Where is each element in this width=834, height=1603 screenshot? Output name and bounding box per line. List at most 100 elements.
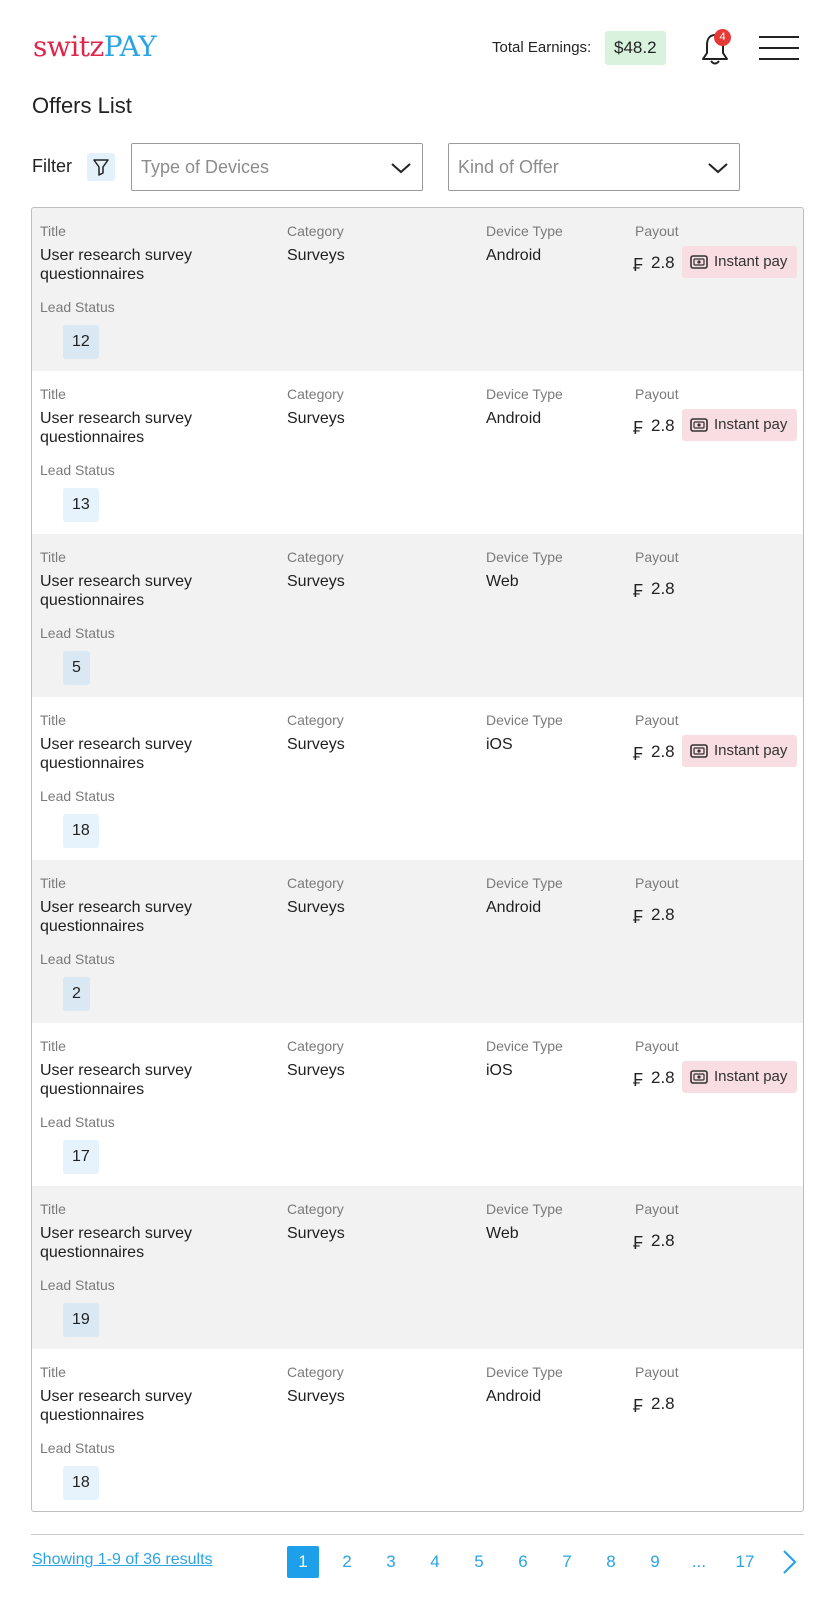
title-label: Title bbox=[40, 549, 66, 565]
currency-symbol: ₣ bbox=[633, 255, 644, 275]
offer-row[interactable]: Title Category Device Type Payout User resea… bbox=[32, 534, 803, 697]
payout-label: Payout bbox=[635, 712, 679, 728]
lead-status-label: Lead Status bbox=[40, 1440, 115, 1456]
page-button-4[interactable]: 4 bbox=[419, 1546, 451, 1578]
category-label: Category bbox=[287, 1201, 344, 1217]
lead-status-label: Lead Status bbox=[40, 462, 115, 478]
offer-category: Surveys bbox=[287, 736, 345, 753]
offer-row[interactable]: Title Category Device Type Payout User resea… bbox=[32, 1349, 803, 1511]
lead-status-label: Lead Status bbox=[40, 1277, 115, 1293]
offer-payout: 2.8 bbox=[651, 742, 675, 761]
offer-title: User research survey questionnaires bbox=[40, 573, 193, 609]
instant-pay-label: Instant pay bbox=[714, 1068, 788, 1085]
offer-payout: 2.8 bbox=[651, 253, 675, 272]
currency-symbol: ₣ bbox=[633, 418, 644, 438]
device-type-label: Device Type bbox=[486, 1038, 563, 1054]
currency-symbol: ₣ bbox=[633, 744, 644, 764]
offer-device: iOS bbox=[486, 736, 513, 753]
lead-status-value: 5 bbox=[63, 651, 90, 685]
payout-label: Payout bbox=[635, 223, 679, 239]
offer-category: Surveys bbox=[287, 573, 345, 590]
offer-row[interactable]: Title Category Device Type Payout User resea… bbox=[32, 1023, 803, 1186]
chevron-right-icon[interactable] bbox=[780, 1548, 800, 1576]
lead-status-label: Lead Status bbox=[40, 951, 115, 967]
cash-icon bbox=[690, 418, 708, 432]
page-button-2[interactable]: 2 bbox=[331, 1546, 363, 1578]
device-type-label: Device Type bbox=[486, 875, 563, 891]
menu-icon[interactable] bbox=[759, 34, 799, 62]
offer-row[interactable]: Title Category Device Type Payout User resea… bbox=[32, 208, 803, 371]
device-type-placeholder: Type of Devices bbox=[141, 157, 270, 177]
notification-badge: 4 bbox=[714, 29, 731, 46]
device-type-label: Device Type bbox=[486, 549, 563, 565]
offer-category: Surveys bbox=[287, 410, 345, 427]
filter-icon[interactable] bbox=[87, 153, 115, 181]
cash-icon bbox=[690, 255, 708, 269]
results-summary-link[interactable]: Showing 1-9 of 36 results bbox=[32, 1551, 213, 1569]
offer-category: Surveys bbox=[287, 247, 345, 264]
page-button-6[interactable]: 6 bbox=[507, 1546, 539, 1578]
instant-pay-badge[interactable]: Instant pay bbox=[682, 735, 797, 767]
page-button-8[interactable]: 8 bbox=[595, 1546, 627, 1578]
lead-status-label: Lead Status bbox=[40, 788, 115, 804]
offer-device: Web bbox=[486, 1225, 519, 1242]
offer-row[interactable]: Title Category Device Type Payout User resea… bbox=[32, 860, 803, 1023]
category-label: Category bbox=[287, 386, 344, 402]
title-label: Title bbox=[40, 1364, 66, 1380]
offer-payout: 2.8 bbox=[651, 579, 675, 598]
payout-label: Payout bbox=[635, 386, 679, 402]
cash-icon bbox=[690, 744, 708, 758]
offer-title: User research survey questionnaires bbox=[40, 1388, 193, 1424]
instant-pay-badge[interactable]: Instant pay bbox=[682, 1061, 797, 1093]
lead-status-value: 18 bbox=[63, 1466, 99, 1500]
offer-category: Surveys bbox=[287, 1388, 345, 1405]
currency-symbol: ₣ bbox=[633, 581, 644, 601]
filter-label: Filter bbox=[32, 156, 72, 176]
offer-row[interactable]: Title Category Device Type Payout User resea… bbox=[32, 371, 803, 534]
instant-pay-badge[interactable]: Instant pay bbox=[682, 409, 797, 441]
chevron-down-icon bbox=[391, 163, 411, 174]
device-type-label: Device Type bbox=[486, 712, 563, 728]
page-button-5[interactable]: 5 bbox=[463, 1546, 495, 1578]
page-button-7[interactable]: 7 bbox=[551, 1546, 583, 1578]
offer-row[interactable]: Title Category Device Type Payout User resea… bbox=[32, 1186, 803, 1349]
title-label: Title bbox=[40, 1038, 66, 1054]
earnings-value: $48.2 bbox=[605, 31, 666, 65]
offer-device: iOS bbox=[486, 1062, 513, 1079]
currency-symbol: ₣ bbox=[633, 1070, 644, 1090]
title-label: Title bbox=[40, 1201, 66, 1217]
page-title: Offers List bbox=[32, 93, 132, 118]
offer-payout: 2.8 bbox=[651, 1231, 675, 1250]
currency-symbol: ₣ bbox=[633, 1233, 644, 1253]
offers-list: Title Category Device Type Payout User resea… bbox=[31, 207, 804, 1512]
offer-category: Surveys bbox=[287, 1062, 345, 1079]
lead-status-label: Lead Status bbox=[40, 625, 115, 641]
offer-title: User research survey questionnaires bbox=[40, 1062, 193, 1098]
page-button-3[interactable]: 3 bbox=[375, 1546, 407, 1578]
instant-pay-label: Instant pay bbox=[714, 416, 788, 433]
offer-title: User research survey questionnaires bbox=[40, 736, 193, 772]
logo-part-2: PAY bbox=[103, 30, 157, 63]
page-button-1[interactable]: 1 bbox=[287, 1546, 319, 1578]
offer-row[interactable]: Title Category Device Type Payout User resea… bbox=[32, 697, 803, 860]
pagination-ellipsis: ... bbox=[691, 1552, 707, 1571]
lead-status-value: 2 bbox=[63, 977, 90, 1011]
device-type-select[interactable]: Type of Devices bbox=[131, 143, 423, 191]
switzpay-logo[interactable]: switzPAY bbox=[33, 30, 157, 63]
offer-title: User research survey questionnaires bbox=[40, 410, 193, 446]
offer-device: Web bbox=[486, 573, 519, 590]
page-button-9[interactable]: 9 bbox=[639, 1546, 671, 1578]
title-label: Title bbox=[40, 223, 66, 239]
instant-pay-badge[interactable]: Instant pay bbox=[682, 246, 797, 278]
title-label: Title bbox=[40, 712, 66, 728]
device-type-label: Device Type bbox=[486, 1364, 563, 1380]
title-label: Title bbox=[40, 386, 66, 402]
page-button-17[interactable]: 17 bbox=[727, 1546, 763, 1578]
lead-status-label: Lead Status bbox=[40, 1114, 115, 1130]
offer-device: Android bbox=[486, 247, 542, 264]
cash-icon bbox=[690, 1070, 708, 1084]
offer-kind-select[interactable]: Kind of Offer bbox=[448, 143, 740, 191]
payout-label: Payout bbox=[635, 1038, 679, 1054]
divider bbox=[31, 1534, 804, 1535]
payout-label: Payout bbox=[635, 549, 679, 565]
